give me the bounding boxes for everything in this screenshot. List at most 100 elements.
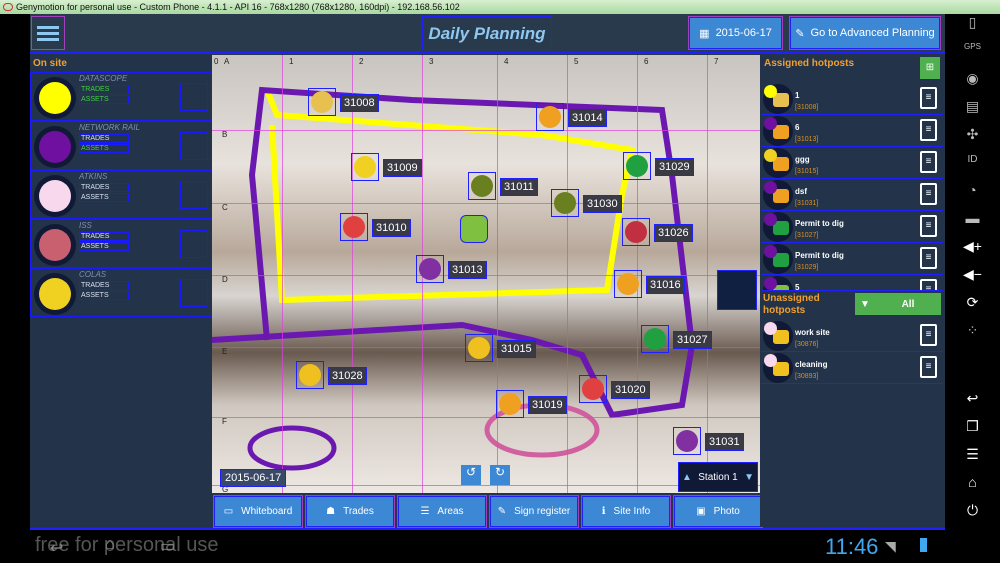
trash-icon[interactable]: ≡ bbox=[920, 151, 937, 173]
org-item[interactable]: ATKINS TRADES ASSETS bbox=[30, 170, 212, 219]
org-item[interactable]: DATASCOPE TRADES ASSETS bbox=[30, 72, 212, 121]
scale-icon[interactable]: ⁘ bbox=[945, 322, 1000, 350]
hotpost-item[interactable]: cleaning [30893] ≡ bbox=[761, 352, 943, 384]
site-info-button[interactable]: ℹ Site Info bbox=[581, 495, 671, 528]
hotspot-label[interactable]: 31020 bbox=[611, 381, 650, 399]
trash-icon[interactable]: ≡ bbox=[920, 87, 937, 109]
hotspot-label[interactable]: 31010 bbox=[372, 219, 411, 237]
hotpost-item[interactable]: ggg [31015] ≡ bbox=[761, 147, 943, 179]
trades-link[interactable]: TRADES bbox=[79, 232, 129, 241]
hotspot-marker[interactable] bbox=[465, 334, 493, 362]
chat-icon[interactable] bbox=[460, 215, 488, 243]
hotspot-marker[interactable] bbox=[536, 103, 564, 131]
trash-icon[interactable]: ≡ bbox=[920, 247, 937, 269]
trash-icon[interactable]: ≡ bbox=[920, 183, 937, 205]
hotpost-item[interactable]: 5 ≡ bbox=[761, 275, 943, 291]
gps-icon[interactable]: GPS bbox=[945, 42, 1000, 70]
trash-icon[interactable]: ≡ bbox=[920, 119, 937, 141]
org-item[interactable]: COLAS TRADES ASSETS bbox=[30, 268, 212, 317]
layers-icon[interactable] bbox=[717, 270, 757, 310]
hotspot-marker[interactable] bbox=[614, 270, 642, 298]
hotspot-label[interactable]: 31027 bbox=[673, 331, 712, 349]
trash-icon[interactable]: ≡ bbox=[920, 215, 937, 237]
chevron-up-icon[interactable]: ▲ bbox=[682, 472, 692, 483]
hotpost-item[interactable]: 1 [31008] ≡ bbox=[761, 83, 943, 115]
org-slot[interactable] bbox=[180, 279, 208, 307]
rss-icon[interactable]: ◔ bbox=[945, 182, 1000, 210]
menu-icon[interactable]: ☰ bbox=[945, 446, 1000, 474]
rotate-left-icon[interactable]: ↺ bbox=[461, 465, 481, 485]
home-icon[interactable]: ⌂ bbox=[105, 536, 115, 554]
recent-apps-icon[interactable]: ❐ bbox=[945, 418, 1000, 446]
sign-register-button[interactable]: ✎ Sign register bbox=[489, 495, 579, 528]
whiteboard-button[interactable]: ▭ Whiteboard bbox=[213, 495, 303, 528]
hotspot-marker[interactable] bbox=[351, 153, 379, 181]
hotspot-marker[interactable] bbox=[641, 325, 669, 353]
trash-icon[interactable]: ≡ bbox=[920, 356, 937, 378]
hotpost-item[interactable]: Permit to dig [31027] ≡ bbox=[761, 211, 943, 243]
back-icon[interactable]: ↩ bbox=[945, 390, 1000, 418]
advanced-planning-button[interactable]: ✎ Go to Advanced Planning bbox=[789, 16, 941, 50]
hotspot-label[interactable]: 31016 bbox=[646, 276, 685, 294]
hotspot-label[interactable]: 31008 bbox=[340, 94, 379, 112]
trades-link[interactable]: TRADES bbox=[79, 134, 129, 143]
station-selector[interactable]: ▲ Station 1 ▼ bbox=[678, 462, 758, 492]
menu-button[interactable] bbox=[31, 16, 65, 50]
hotspot-label[interactable]: 31030 bbox=[583, 195, 622, 213]
hotspot-marker[interactable] bbox=[416, 255, 444, 283]
org-slot[interactable] bbox=[180, 230, 208, 258]
trash-icon[interactable]: ≡ bbox=[920, 324, 937, 346]
sms-icon[interactable]: ▬ bbox=[945, 210, 1000, 238]
back-icon[interactable]: ↩ bbox=[50, 538, 63, 558]
org-item[interactable]: ISS TRADES ASSETS bbox=[30, 219, 212, 268]
hotspot-label[interactable]: 31015 bbox=[497, 340, 536, 358]
trades-link[interactable]: TRADES bbox=[79, 281, 129, 290]
home-icon[interactable]: ⌂ bbox=[945, 474, 1000, 502]
hotpost-item[interactable]: work site [30876] ≡ bbox=[761, 320, 943, 352]
assets-link[interactable]: ASSETS bbox=[79, 193, 129, 202]
date-button[interactable]: ▦ 2015-06-17 bbox=[688, 16, 783, 50]
hotspot-marker[interactable] bbox=[308, 88, 336, 116]
photo-button[interactable]: ▣ Photo bbox=[673, 495, 763, 528]
hotspot-marker[interactable] bbox=[551, 189, 579, 217]
dpad-icon[interactable]: ✣ bbox=[945, 126, 1000, 154]
hotspot-label[interactable]: 31031 bbox=[705, 433, 744, 451]
hotpost-item[interactable]: Permit to dig [31029] ≡ bbox=[761, 243, 943, 275]
hotpost-item[interactable]: 6 [31013] ≡ bbox=[761, 115, 943, 147]
video-icon[interactable]: ▤ bbox=[945, 98, 1000, 126]
assets-link[interactable]: ASSETS bbox=[79, 144, 129, 153]
hotspot-label[interactable]: 31009 bbox=[383, 159, 422, 177]
hotspot-marker[interactable] bbox=[340, 213, 368, 241]
id-icon[interactable]: ID bbox=[945, 154, 1000, 182]
hotspot-label[interactable]: 31026 bbox=[654, 224, 693, 242]
hotpost-item[interactable]: dsf [31031] ≡ bbox=[761, 179, 943, 211]
assets-link[interactable]: ASSETS bbox=[79, 242, 129, 251]
chevron-down-icon[interactable]: ▼ bbox=[744, 472, 754, 483]
power-icon[interactable]: ⏻ bbox=[945, 502, 1000, 530]
trades-button[interactable]: ☗ Trades bbox=[305, 495, 395, 528]
hotspot-label[interactable]: 31029 bbox=[655, 158, 694, 176]
trades-link[interactable]: TRADES bbox=[79, 183, 129, 192]
volume-up-icon[interactable]: ◀+ bbox=[945, 238, 1000, 266]
battery-icon[interactable]: ▯ bbox=[945, 14, 1000, 42]
hotspot-marker[interactable] bbox=[296, 361, 324, 389]
hotspot-marker[interactable] bbox=[623, 152, 651, 180]
trash-icon[interactable]: ≡ bbox=[920, 279, 937, 290]
hotspot-marker[interactable] bbox=[579, 375, 607, 403]
assets-link[interactable]: ASSETS bbox=[79, 291, 129, 300]
hotspot-label[interactable]: 31011 bbox=[500, 178, 538, 196]
hotspot-label[interactable]: 31013 bbox=[448, 261, 487, 279]
hotspot-label[interactable]: 31014 bbox=[568, 109, 607, 127]
site-map[interactable]: 0A1234567 B C D E F G 31008 31014 31009 … bbox=[212, 55, 760, 493]
hotspot-label[interactable]: 31028 bbox=[328, 367, 367, 385]
org-slot[interactable] bbox=[180, 181, 208, 209]
rotate-icon[interactable]: ⟳ bbox=[945, 294, 1000, 322]
hotspot-marker[interactable] bbox=[622, 218, 650, 246]
org-item[interactable]: NETWORK RAIL TRADES ASSETS bbox=[30, 121, 212, 170]
hotspot-marker[interactable] bbox=[468, 172, 496, 200]
hotspot-marker[interactable] bbox=[496, 390, 524, 418]
add-hotpost-button[interactable]: ⊞ bbox=[920, 57, 940, 79]
assets-link[interactable]: ASSETS bbox=[79, 95, 129, 104]
rotate-right-icon[interactable]: ↻ bbox=[490, 465, 510, 485]
trades-link[interactable]: TRADES bbox=[79, 85, 129, 94]
